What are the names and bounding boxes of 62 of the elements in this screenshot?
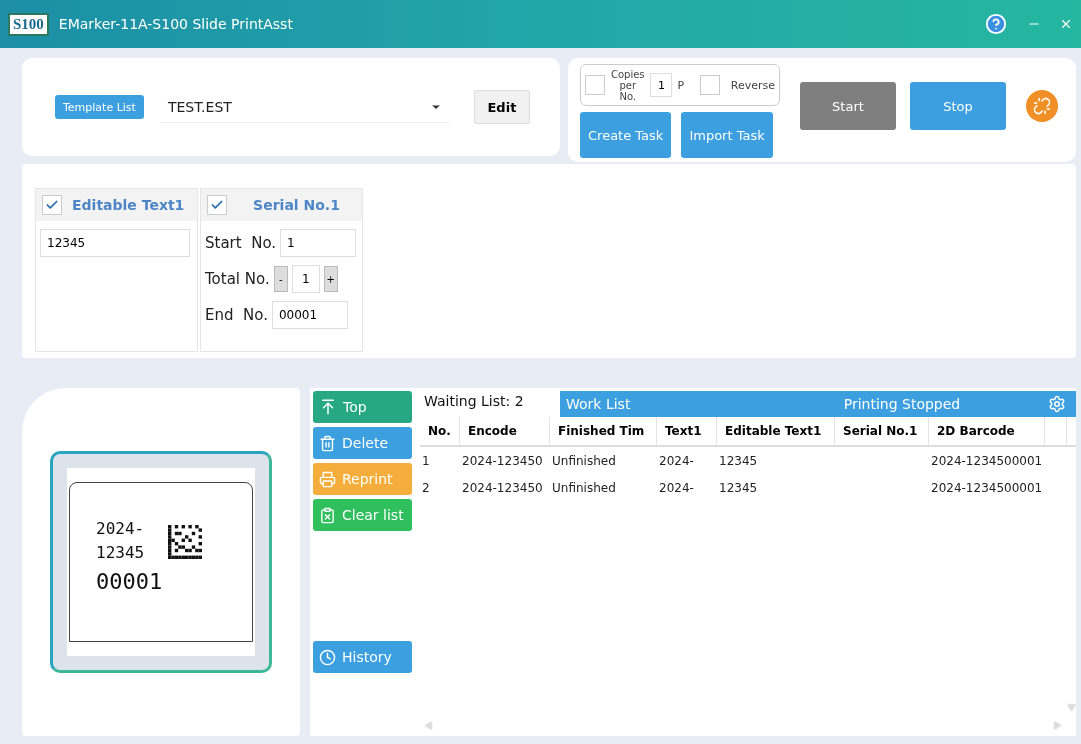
table-cell-text: 2024-123450 bbox=[461, 453, 544, 468]
matrix-code-drawing bbox=[168, 525, 203, 559]
column-header[interactable]: Text1 bbox=[657, 417, 717, 445]
template-select[interactable]: TEST.EST bbox=[159, 91, 450, 123]
end-input[interactable]: 00001 bbox=[271, 301, 348, 329]
text-input[interactable]: 12345 bbox=[40, 229, 190, 257]
table-cell-text: 2024- bbox=[658, 480, 695, 495]
printing-status: Printing Stopped bbox=[842, 396, 962, 412]
clipboard-icon bbox=[319, 506, 336, 524]
table-cell-text: Unfinished bbox=[551, 453, 617, 468]
window-title: EMarker-11A-S100 Slide PrintAsst bbox=[58, 16, 294, 32]
decrement-button[interactable]: - bbox=[273, 266, 288, 292]
clock-icon bbox=[319, 648, 336, 666]
check-icon bbox=[45, 198, 59, 212]
scroll-left-icon[interactable] bbox=[424, 721, 433, 730]
column-header[interactable]: 2D Barcode bbox=[929, 417, 1045, 445]
table-cell-text: 12345 bbox=[718, 480, 759, 495]
increment-button[interactable]: + bbox=[323, 266, 338, 292]
column-header[interactable]: Finished Tim bbox=[550, 417, 657, 445]
copies-label: Copies per No. bbox=[610, 68, 646, 102]
edit-button[interactable]: Edit bbox=[473, 90, 530, 124]
label-serial: 00001 bbox=[96, 568, 164, 596]
settings-icon[interactable] bbox=[1048, 395, 1066, 413]
checkbox[interactable] bbox=[42, 195, 62, 215]
total-label: Total No. bbox=[205, 270, 270, 288]
start-label: Start No. bbox=[205, 234, 277, 252]
start-input[interactable]: 1 bbox=[280, 229, 357, 257]
checkbox[interactable] bbox=[585, 75, 605, 95]
printer-icon bbox=[319, 470, 336, 488]
scroll-down-icon[interactable] bbox=[1067, 703, 1076, 712]
trash-icon bbox=[319, 434, 336, 452]
help-icon[interactable] bbox=[985, 13, 1007, 35]
column-header[interactable]: Encode bbox=[460, 417, 550, 445]
table-cell-text: Unfinished bbox=[551, 480, 617, 495]
table-cell-text: 2024-1234500001 bbox=[930, 453, 1044, 468]
unit-label: P bbox=[677, 78, 685, 92]
table-cell-text: 1 bbox=[421, 453, 431, 468]
label-text: 2024- bbox=[96, 518, 145, 540]
column-header[interactable]: Serial No.1 bbox=[835, 417, 929, 445]
column-header[interactable]: Editable Text1 bbox=[717, 417, 835, 445]
label-text: 12345 bbox=[96, 542, 145, 564]
total-input[interactable]: 1 bbox=[291, 265, 320, 293]
column-header[interactable]: No. bbox=[420, 417, 460, 445]
arrow-up-icon bbox=[319, 398, 337, 416]
waiting-list-tab[interactable]: Waiting List: 2 bbox=[412, 391, 560, 417]
table-cell-text: 2024-123450 bbox=[461, 480, 544, 495]
app-logo: S100 bbox=[8, 12, 49, 36]
table-cell-text: 2024- bbox=[658, 453, 695, 468]
end-label: End No. bbox=[205, 306, 268, 324]
reverse-label: Reverse bbox=[730, 78, 775, 92]
field-title: Editable Text1 bbox=[72, 197, 186, 213]
scroll-right-icon[interactable] bbox=[1053, 721, 1062, 730]
field-title: Serial No.1 bbox=[252, 197, 341, 213]
checkbox[interactable] bbox=[207, 195, 227, 215]
checkbox[interactable] bbox=[699, 75, 720, 95]
table-cell-text: 12345 bbox=[718, 453, 759, 468]
table-cell-text: 2024-1234500001 bbox=[930, 480, 1044, 495]
check-icon bbox=[210, 198, 224, 212]
broken-link-icon[interactable] bbox=[1026, 90, 1058, 122]
table-cell-text: 2 bbox=[421, 480, 431, 495]
copies-input[interactable]: 1 bbox=[650, 73, 673, 97]
close-icon[interactable] bbox=[1059, 17, 1073, 31]
